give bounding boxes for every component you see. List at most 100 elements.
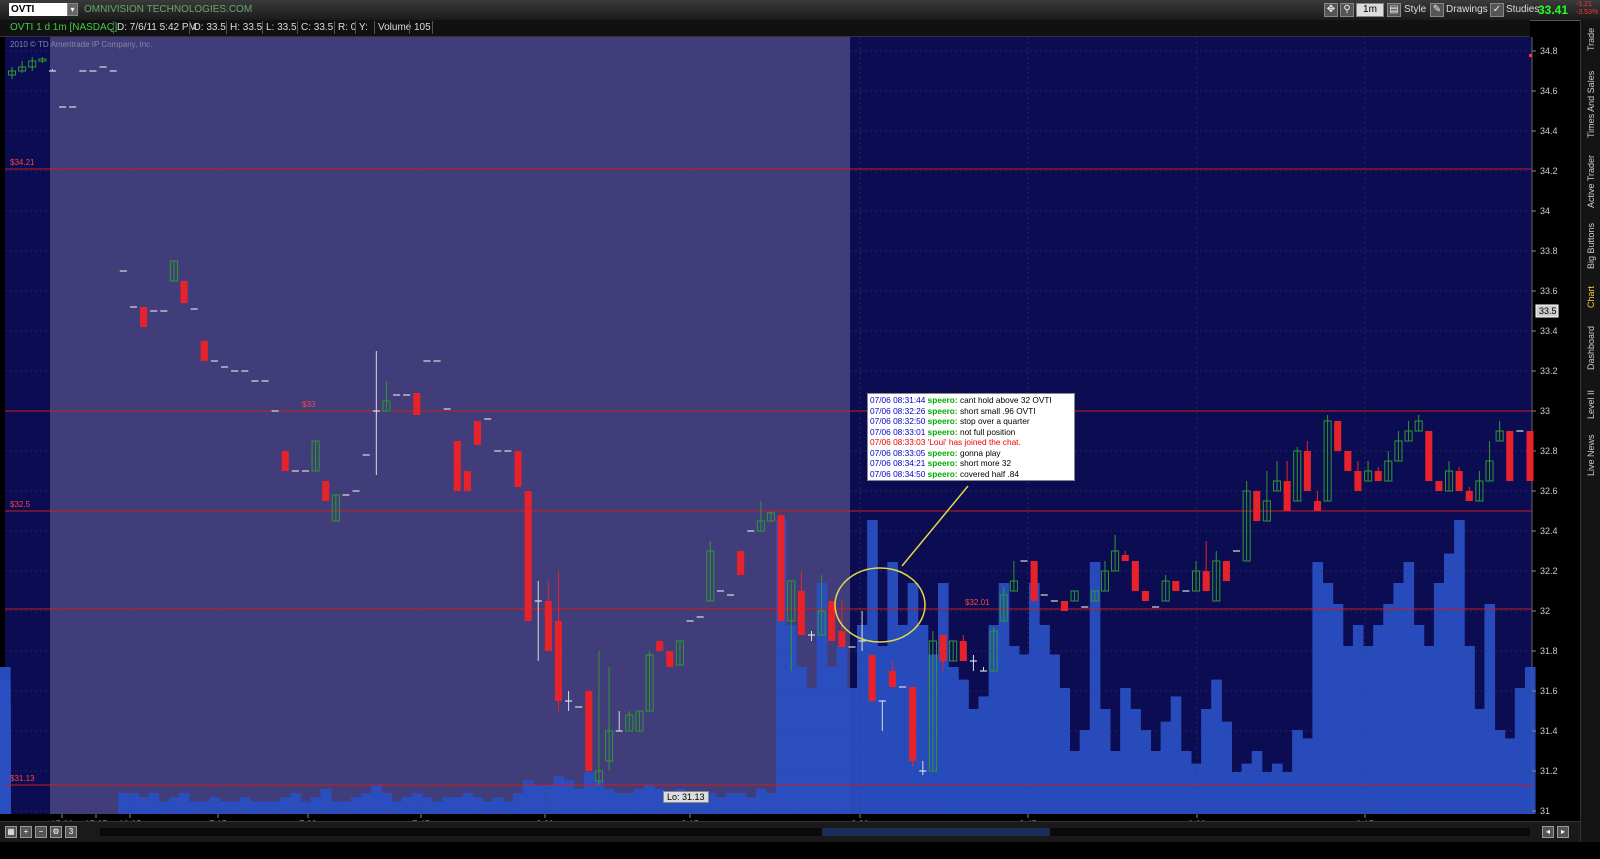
drawings-button[interactable]: Drawings xyxy=(1446,4,1488,15)
volume-bar xyxy=(249,801,261,814)
chat-timestamp: 07/06 08:34:21 xyxy=(870,458,928,468)
candle-body xyxy=(200,341,208,361)
volume-bar xyxy=(391,801,403,814)
settings-icon[interactable]: ⚙ xyxy=(50,826,62,838)
chat-message: 07/06 08:33:01 speero: not full position xyxy=(870,427,1072,438)
tab-chart[interactable]: Chart xyxy=(1583,282,1599,312)
candle-body xyxy=(959,641,967,661)
candle-body xyxy=(909,687,917,761)
y-tick-label: 34.2 xyxy=(1540,166,1558,176)
volume-bar xyxy=(1322,583,1334,814)
candle-body xyxy=(1334,421,1342,451)
candle-body xyxy=(1202,571,1210,591)
volume-bar xyxy=(1231,772,1243,814)
candle-body xyxy=(140,307,148,327)
zoom-out-icon[interactable]: − xyxy=(35,826,47,838)
y-tick-label: 31.4 xyxy=(1540,726,1558,736)
tab-big-buttons[interactable]: Big Buttons xyxy=(1583,218,1599,274)
volume-bar xyxy=(796,667,807,814)
volume-bar xyxy=(219,801,231,814)
right-sidebar: Trade Times And Sales Active Trader Big … xyxy=(1580,20,1600,842)
candle-body xyxy=(1344,451,1352,471)
volume-bar xyxy=(857,625,868,814)
tab-level-ii[interactable]: Level II xyxy=(1583,384,1599,424)
candle-body xyxy=(453,441,461,491)
page-icon[interactable]: 3 xyxy=(65,826,77,838)
volume-bar xyxy=(1282,772,1293,814)
tab-active-trader[interactable]: Active Trader xyxy=(1583,150,1599,212)
scrollbar-thumb[interactable] xyxy=(822,828,1050,836)
candle-body xyxy=(828,601,836,641)
symbol-dropdown-icon[interactable]: ▾ xyxy=(67,3,78,16)
drawings-icon[interactable]: ✎ xyxy=(1430,3,1444,17)
y-tick-label: 31 xyxy=(1540,806,1550,816)
candle-body xyxy=(554,621,563,701)
y-tick-label: 34.4 xyxy=(1540,126,1558,136)
company-name: OMNIVISION TECHNOLOGIES.COM xyxy=(84,4,253,15)
volume-bar xyxy=(1504,738,1516,814)
divider xyxy=(374,21,375,34)
scroll-left-icon[interactable]: ◂ xyxy=(1542,826,1554,838)
volume-bar xyxy=(492,797,504,814)
crosshair-icon[interactable]: ✥ xyxy=(1324,3,1338,17)
chat-overlay: 07/06 08:31:44 speero: cant hold above 3… xyxy=(867,393,1075,481)
volume-bar xyxy=(1443,553,1455,814)
volume-bar xyxy=(401,797,413,814)
zoom-icon[interactable]: ▦ xyxy=(5,826,17,838)
y-tick-label: 32.8 xyxy=(1540,446,1558,456)
price-level-label: $32.5 xyxy=(10,500,31,509)
scroll-right-icon[interactable]: ▸ xyxy=(1557,826,1569,838)
volume-bar xyxy=(644,784,656,814)
horizontal-scrollbar[interactable] xyxy=(100,828,1530,836)
chat-message: 07/06 08:33:03 'Loui' has joined the cha… xyxy=(870,437,1072,448)
y-tick-label: 34.6 xyxy=(1540,86,1558,96)
volume-bar xyxy=(1514,688,1526,814)
info-y: Y: xyxy=(359,22,368,33)
style-button[interactable]: Style xyxy=(1404,4,1426,15)
chat-text: 'Loui' has joined the chat. xyxy=(927,437,1021,447)
volume-bar xyxy=(1079,730,1091,814)
info-volume: 105 xyxy=(414,22,431,33)
volume-bar xyxy=(634,788,645,814)
volume-bar xyxy=(553,776,565,814)
divider xyxy=(432,21,433,34)
y-tick-label: 33.6 xyxy=(1540,286,1558,296)
y-tick-label: 34.8 xyxy=(1540,46,1558,56)
volume-bar xyxy=(259,801,271,814)
zoom-in-icon[interactable]: + xyxy=(20,826,32,838)
volume-bar xyxy=(1302,738,1313,814)
price-chart[interactable]: 34.8 34.6 34.4 34.2 34 33.8 33.6 33.4 33.2 33 32.8… xyxy=(0,0,1600,859)
studies-icon[interactable]: ✓ xyxy=(1490,3,1504,17)
volume-bar xyxy=(1110,751,1121,814)
volume-bar xyxy=(1039,625,1050,814)
interval-button[interactable]: 1m xyxy=(1356,3,1384,17)
symbol-input[interactable]: OVTI xyxy=(9,3,67,16)
price-marker xyxy=(1529,54,1532,57)
info-volume-label: Volume xyxy=(378,22,412,33)
candle-body xyxy=(180,281,188,303)
volume-bar xyxy=(978,696,990,814)
studies-button[interactable]: Studies xyxy=(1506,4,1539,15)
y-axis-panel xyxy=(1532,37,1580,814)
volume-bar xyxy=(239,797,251,814)
volume-bar xyxy=(1464,646,1475,814)
style-icon[interactable]: ▤ xyxy=(1387,3,1401,17)
tab-times-and-sales[interactable]: Times And Sales xyxy=(1583,66,1599,142)
candle-body xyxy=(281,451,289,471)
chat-username: speero: xyxy=(927,468,960,479)
volume-bar xyxy=(189,801,200,814)
chat-text: covered half .84 xyxy=(959,468,1019,479)
volume-bar xyxy=(1373,625,1384,814)
chat-text: short more 32 xyxy=(959,458,1012,468)
link-icon[interactable]: ⚲ xyxy=(1340,3,1354,17)
low-label: Lo: 31.13 xyxy=(663,791,709,803)
divider xyxy=(297,21,298,34)
tab-dashboard[interactable]: Dashboard xyxy=(1583,320,1599,376)
tab-live-news[interactable]: Live News xyxy=(1583,430,1599,480)
tab-trade[interactable]: Trade xyxy=(1583,22,1599,56)
candle-body xyxy=(656,641,664,651)
candle-body xyxy=(1141,591,1149,601)
volume-bar xyxy=(937,583,949,814)
info-open: O: 33.5 xyxy=(193,22,226,33)
change-percent: -3.53% xyxy=(1576,9,1599,16)
